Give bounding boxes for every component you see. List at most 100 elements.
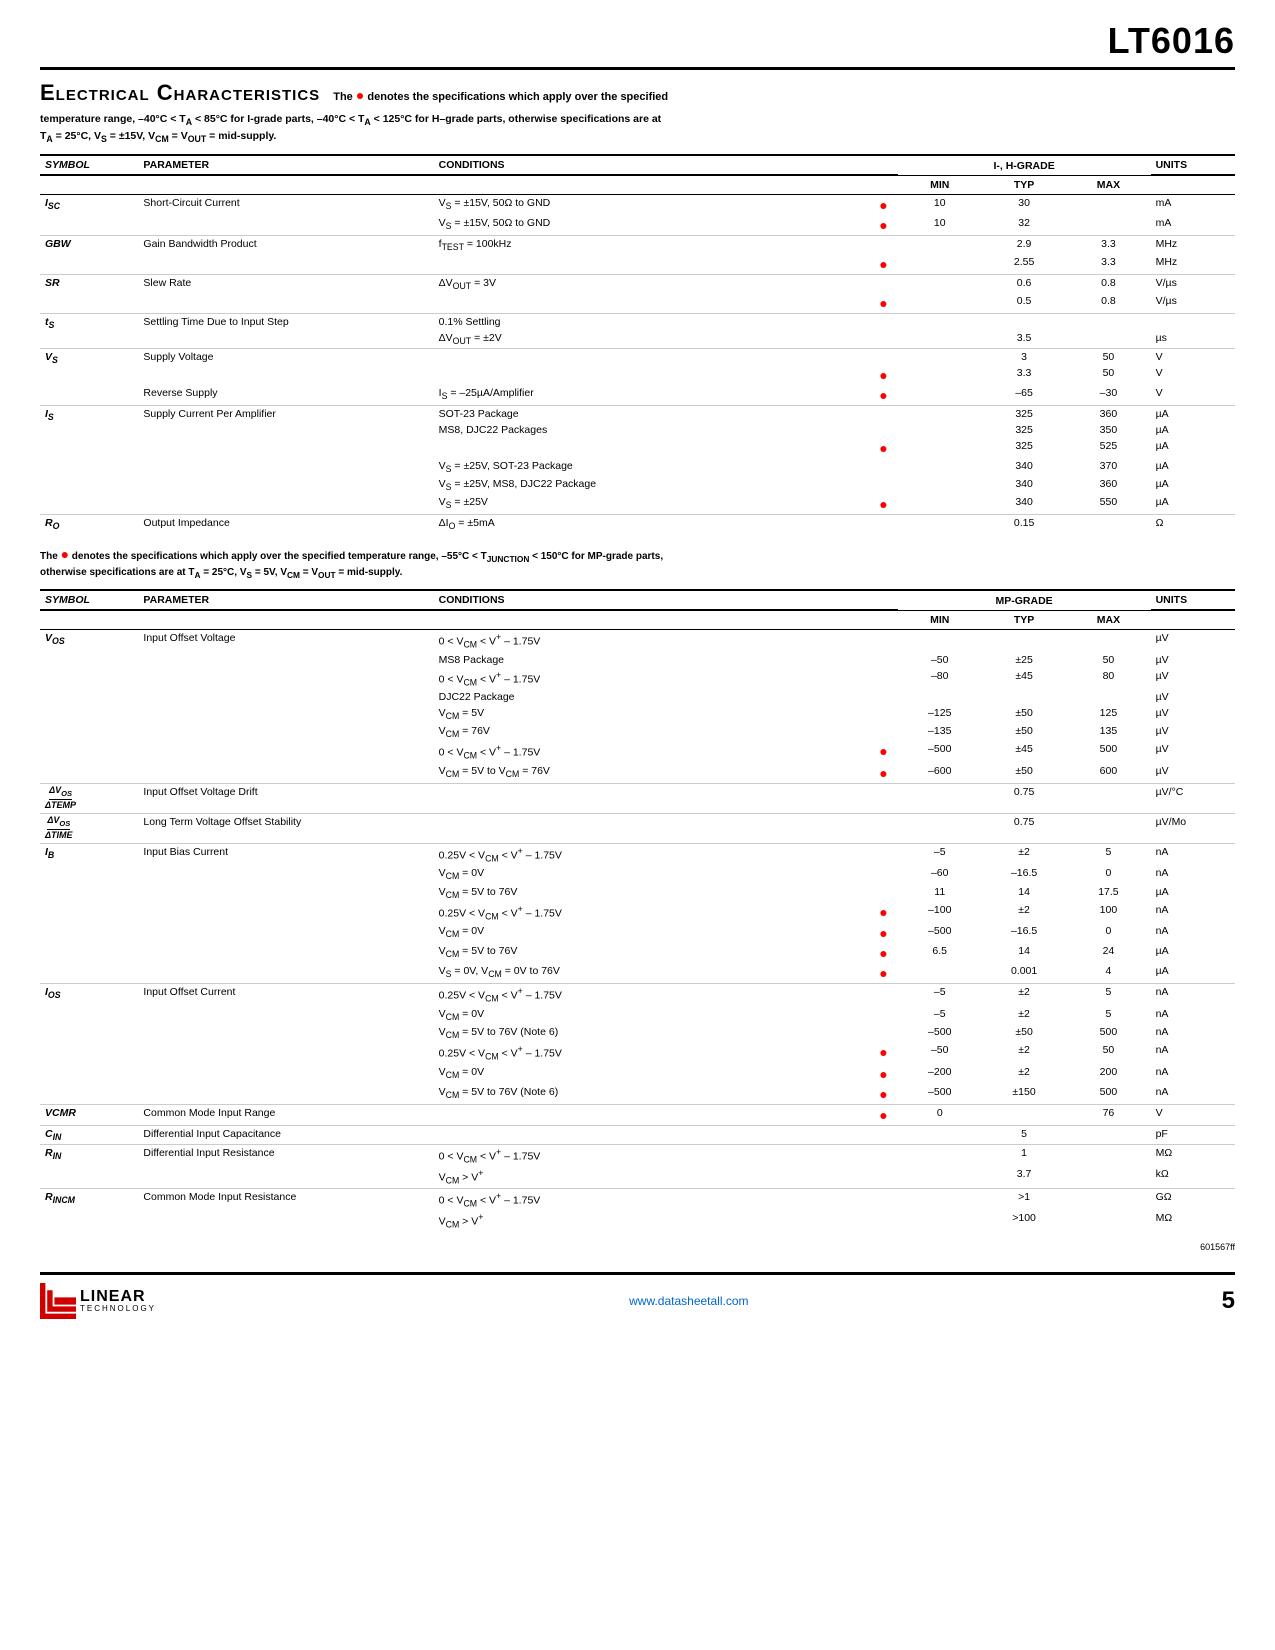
th-dot (869, 155, 897, 175)
cond-vos1: 0 < VCM < V+ – 1.75V (434, 629, 870, 651)
symbol-ts: tS (40, 314, 138, 349)
section1-title: Electrical Characteristics (40, 80, 320, 105)
param-gbw: Gain Bandwidth Product (138, 235, 433, 274)
max-ios2: 5 (1066, 1006, 1150, 1024)
max-vs2: 50 (1066, 365, 1150, 385)
param-vos: Input Offset Voltage (138, 629, 433, 783)
th-parameter: PARAMETER (138, 155, 433, 175)
th2-dot2 (869, 610, 897, 629)
th-typ1: TYP (982, 175, 1066, 194)
param-isc: Short-Circuit Current (138, 194, 433, 235)
param-vos-drift: Input Offset Voltage Drift (138, 783, 433, 813)
dot-vos4 (869, 689, 897, 705)
dot-rincm2 (869, 1210, 897, 1232)
cond-isc2: VS = ±15V, 50Ω to GND (434, 215, 870, 236)
symbol-is: IS (40, 406, 138, 515)
min-gbw2 (898, 254, 982, 275)
linear-logo-icon (40, 1283, 76, 1319)
typ-ib5: –16.5 (982, 923, 1066, 943)
unit-vos8: µV (1151, 763, 1235, 784)
cond-ios6: VCM = 5V to 76V (Note 6) (434, 1084, 870, 1105)
min-vs2 (898, 365, 982, 385)
cond-ts2: ΔVOUT = ±2V (434, 330, 870, 349)
min-ts2 (898, 330, 982, 349)
dot-ib1 (869, 843, 897, 865)
typ-cin: 5 (982, 1125, 1066, 1144)
unit-vcmr: V (1151, 1104, 1235, 1125)
symbol-vcmr: VCMR (40, 1104, 138, 1125)
typ-vs2: 3.3 (982, 365, 1066, 385)
table-section1: SYMBOL PARAMETER CONDITIONS I-, H-GRADE … (40, 154, 1235, 533)
unit-ios6: nA (1151, 1084, 1235, 1105)
param-cin: Differential Input Capacitance (138, 1125, 433, 1144)
min-ib7 (898, 963, 982, 984)
dot-vos3 (869, 668, 897, 690)
cond-is1: SOT-23 Package (434, 406, 870, 423)
th-cond2 (434, 175, 870, 194)
table-row: Reverse Supply IS = –25µA/Amplifier ● –6… (40, 385, 1235, 406)
footer-page: 5 (1222, 1287, 1235, 1315)
dot-vos-stab (869, 813, 897, 843)
typ-vs1: 3 (982, 349, 1066, 366)
typ-ib4: ±2 (982, 902, 1066, 924)
typ-vos8: ±50 (982, 763, 1066, 784)
dot-isc1: ● (869, 194, 897, 215)
unit-rincm2: MΩ (1151, 1210, 1235, 1232)
min-vos1 (898, 629, 982, 651)
unit-ib6: µA (1151, 943, 1235, 963)
typ-is6: 340 (982, 494, 1066, 515)
dot-cin (869, 1125, 897, 1144)
table-row: IOS Input Offset Current 0.25V < VCM < V… (40, 984, 1235, 1006)
dot-vs1 (869, 349, 897, 366)
param-rin: Differential Input Resistance (138, 1144, 433, 1188)
typ-ro: 0.15 (982, 515, 1066, 534)
cond-cin (434, 1125, 870, 1144)
unit-vos-stab: µV/Mo (1151, 813, 1235, 843)
cond-is4: VS = ±25V, SOT-23 Package (434, 458, 870, 476)
max-vos7: 500 (1066, 741, 1150, 763)
unit-ios4: nA (1151, 1042, 1235, 1064)
unit-vos2: µV (1151, 652, 1235, 668)
typ-ts1 (982, 314, 1066, 331)
symbol-vos-drift: ΔVOSΔTEMP (40, 783, 138, 813)
symbol-rin: RIN (40, 1144, 138, 1188)
th-symbol: SYMBOL (40, 155, 138, 175)
cond-ib6: VCM = 5V to 76V (434, 943, 870, 963)
unit-is1: µA (1151, 406, 1235, 423)
param-vs: Supply Voltage (138, 349, 433, 386)
min-is3 (898, 438, 982, 458)
dot-ib7: ● (869, 963, 897, 984)
min-ib1: –5 (898, 843, 982, 865)
symbol-vs: VS (40, 349, 138, 406)
unit-rincm1: GΩ (1151, 1188, 1235, 1210)
unit-isc2: mA (1151, 215, 1235, 236)
min-cin (898, 1125, 982, 1144)
footer-url[interactable]: www.datasheetall.com (629, 1294, 748, 1308)
cond-vos4: DJC22 Package (434, 689, 870, 705)
cond-vos7: 0 < VCM < V+ – 1.75V (434, 741, 870, 763)
typ-is4: 340 (982, 458, 1066, 476)
typ-rin1: 1 (982, 1144, 1066, 1166)
min-is2 (898, 422, 982, 438)
min-ios2: –5 (898, 1006, 982, 1024)
param-ios: Input Offset Current (138, 984, 433, 1104)
cond-ios1: 0.25V < VCM < V+ – 1.75V (434, 984, 870, 1006)
cond-sr1: ΔVOUT = 3V (434, 275, 870, 294)
unit-ios3: nA (1151, 1024, 1235, 1042)
typ-is1: 325 (982, 406, 1066, 423)
cond-ios4: 0.25V < VCM < V+ – 1.75V (434, 1042, 870, 1064)
max-ib7: 4 (1066, 963, 1150, 984)
symbol-ib: IB (40, 843, 138, 983)
dot-rin1 (869, 1144, 897, 1166)
max-vos6: 135 (1066, 723, 1150, 741)
min-ios5: –200 (898, 1064, 982, 1084)
min-vos6: –135 (898, 723, 982, 741)
max-gbw2: 3.3 (1066, 254, 1150, 275)
max-is5: 360 (1066, 476, 1150, 494)
table-row: RINCM Common Mode Input Resistance 0 < V… (40, 1188, 1235, 1210)
max-rincm2 (1066, 1210, 1150, 1232)
cond-rev: IS = –25µA/Amplifier (434, 385, 870, 406)
dot-ios1 (869, 984, 897, 1006)
table-row: IS Supply Current Per Amplifier SOT-23 P… (40, 406, 1235, 423)
max-ro (1066, 515, 1150, 534)
